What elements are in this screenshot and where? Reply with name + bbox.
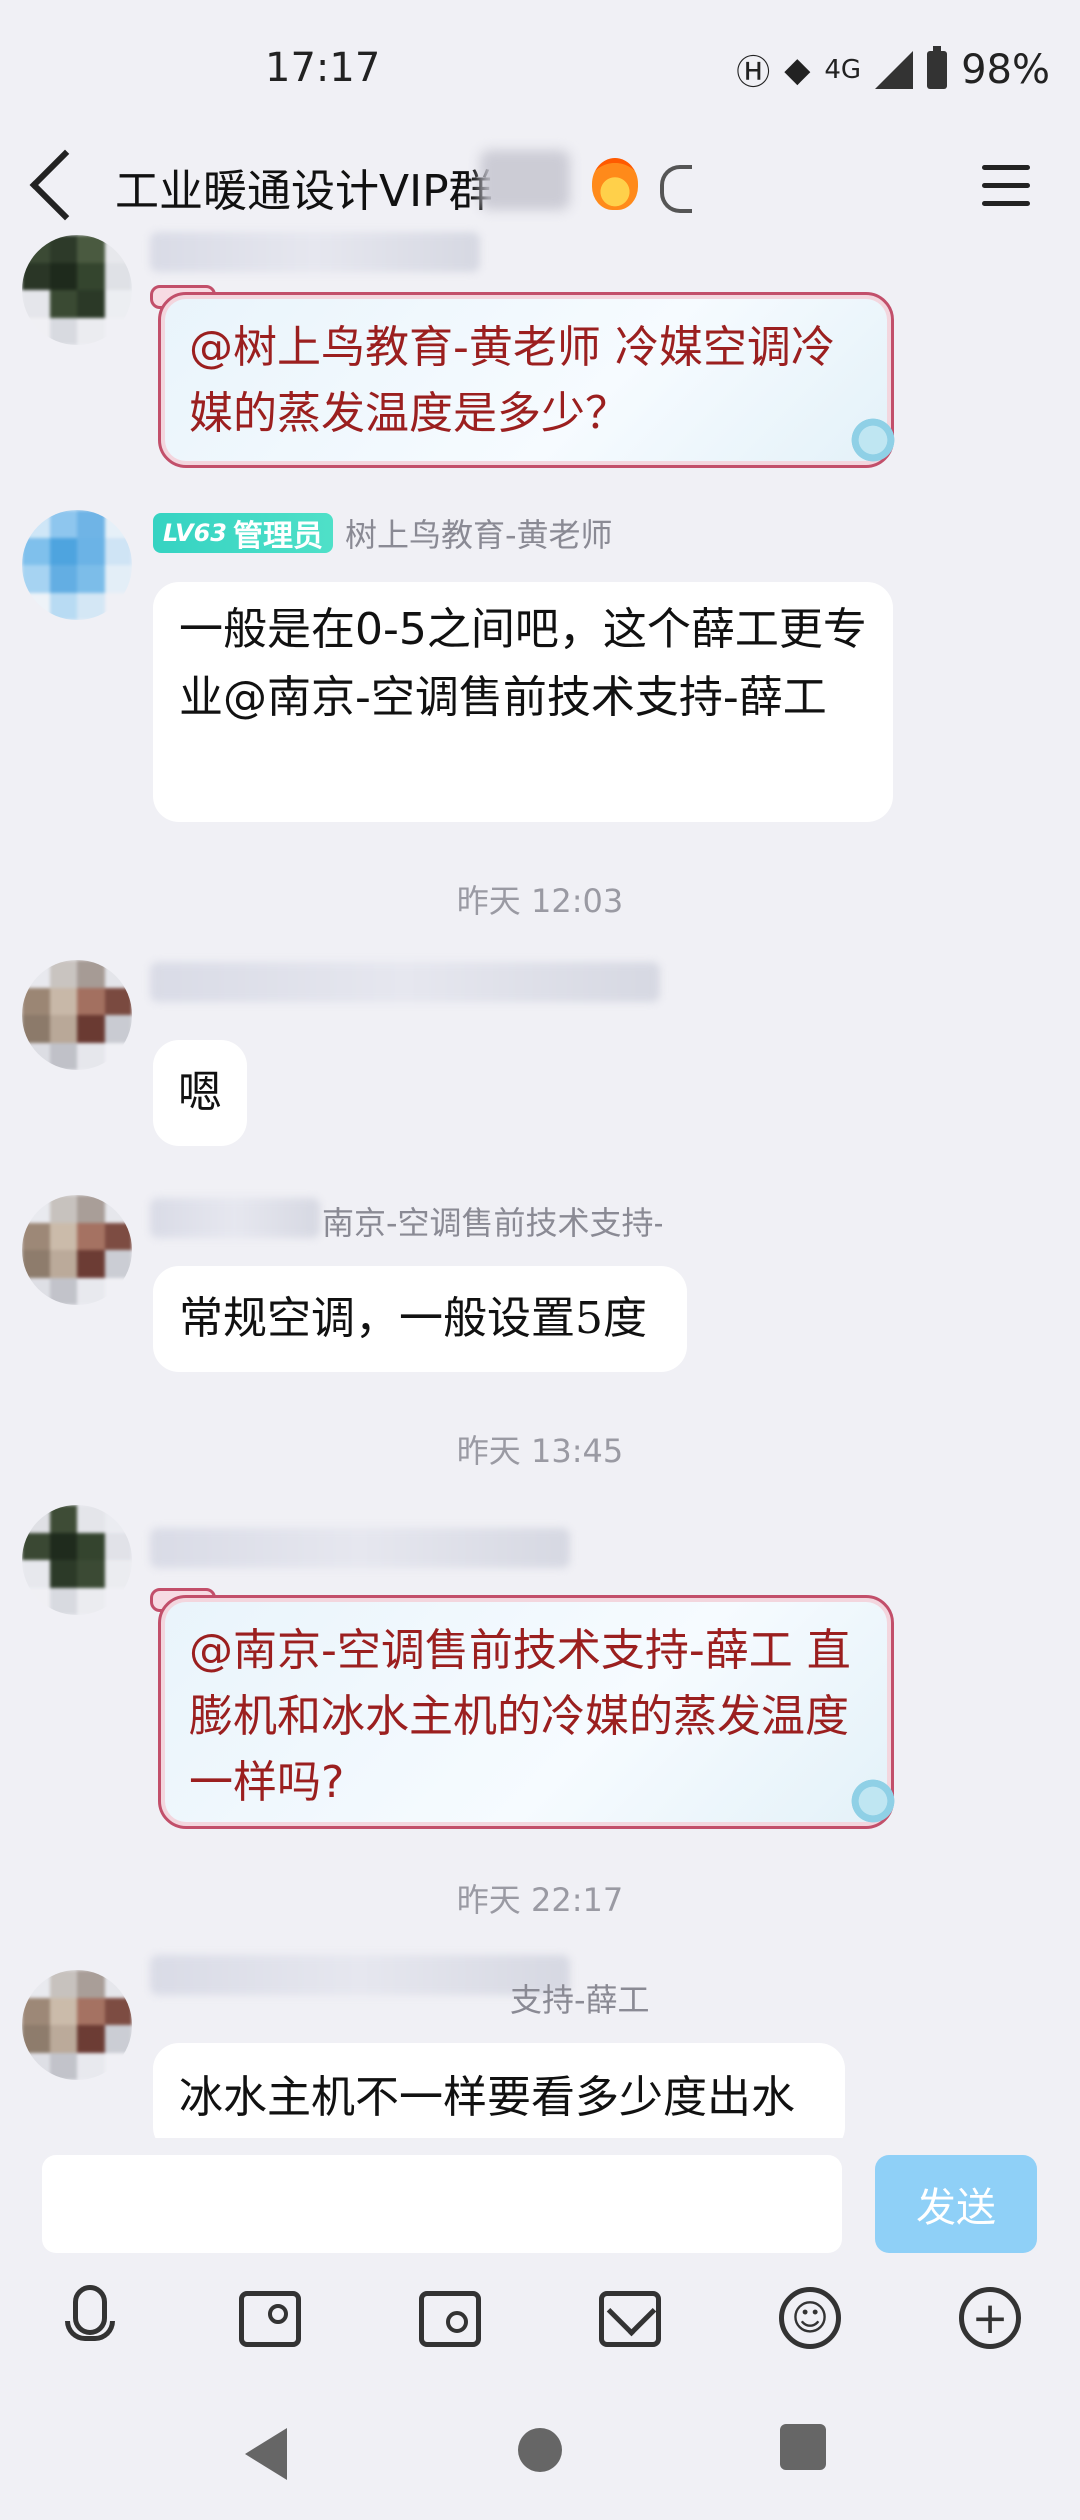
signal-icon [875,50,914,89]
sender-name-blurred [150,1528,570,1568]
nav-home-icon[interactable] [518,2428,562,2472]
message-text: 常规空调，一般设置5度 [179,1293,647,1344]
battery-percent: 98% [961,46,1050,93]
page-title: 工业暖通设计VIP群 [115,166,493,217]
message-bubble[interactable]: @南京-空调售前技术支持-薛工 直膨机和冰水主机的冷媒的蒸发温度一样吗? [158,1595,894,1829]
status-icons: Ⓗ ◆ 4G 98% [736,45,1050,94]
avatar[interactable] [22,1195,132,1305]
message-text: 嗯 [178,1067,222,1118]
level-badge: LV63 管理员 [153,513,333,554]
envelope-icon [599,2286,661,2347]
message-bubble[interactable]: @树上鸟教育-黄老师 冷媒空调冷媒的蒸发温度是多少？ [158,292,894,468]
smile-icon: ☺ [779,2287,841,2349]
message-text: @南京-空调售前技术支持-薛工 直膨机和冰水主机的冷媒的蒸发温度一样吗? [189,1625,851,1808]
red-packet-button[interactable] [595,2285,665,2355]
wifi-icon: ◆ [784,49,811,90]
menu-button[interactable] [982,165,1030,219]
bubble-corner-decoration [848,415,898,465]
ear-icon[interactable] [660,165,692,213]
fire-icon[interactable] [592,158,638,210]
voice-button[interactable] [55,2285,125,2355]
message-bubble[interactable]: 嗯 [153,1040,247,1146]
camera-button[interactable] [415,2285,485,2355]
message-bubble[interactable]: 常规空调，一般设置5度 [153,1266,687,1372]
emoji-button[interactable]: ☺ [775,2285,845,2355]
avatar[interactable] [22,235,132,345]
sender-header: LV63 管理员 树上鸟教育-黄老师 [153,510,613,556]
title-blurred-suffix [480,150,570,210]
bubble-corner-decoration [848,1776,898,1826]
timestamp: 昨天 12:03 [456,882,624,920]
status-time: 17:17 [265,45,381,91]
nav-back-icon[interactable] [245,2428,287,2480]
message-text: 一般是在0-5之间吧，这个薛工更专业@南京-空调售前技术支持-薛工 [179,604,867,723]
timestamp: 昨天 22:17 [456,1881,624,1919]
sender-name: 南京-空调售前技术支持-薛工 [322,1204,662,1242]
sender-name-blurred [150,1198,320,1238]
message-bubble[interactable]: 一般是在0-5之间吧，这个薛工更专业@南京-空调售前技术支持-薛工 [153,582,893,822]
sender-name: 树上鸟教育-黄老师 [344,516,613,554]
sender-name-blurred [150,962,660,1002]
sender-name-blurred [150,1955,570,1995]
message-bubble[interactable]: 冰水主机不一样要看多少度出水 [153,2043,845,2153]
plus-icon: + [959,2287,1021,2349]
network-label: 4G [824,54,862,85]
avatar[interactable] [22,960,132,1070]
sender-name: 支持-薛工 [510,1981,650,2019]
more-button[interactable]: + [955,2285,1025,2355]
menu-icon [982,165,1030,170]
sender-name-blurred [150,232,480,272]
hd-icon: Ⓗ [736,53,771,93]
send-button[interactable]: 发送 [875,2155,1037,2253]
image-button[interactable] [235,2285,305,2355]
role-label: 管理员 [232,519,323,554]
nav-recents-icon[interactable] [780,2424,826,2470]
battery-icon [927,45,948,89]
message-text: 冰水主机不一样要看多少度出水 [179,2072,795,2123]
timestamp: 昨天 13:45 [456,1432,624,1470]
avatar[interactable] [22,510,132,620]
image-icon [239,2291,301,2347]
message-input[interactable] [42,2155,842,2253]
avatar[interactable] [22,1970,132,2080]
level-label: LV63 [163,519,227,547]
avatar[interactable] [22,1505,132,1615]
message-text: @树上鸟教育-黄老师 冷媒空调冷媒的蒸发温度是多少？ [189,322,835,439]
camera-icon [419,2291,481,2347]
